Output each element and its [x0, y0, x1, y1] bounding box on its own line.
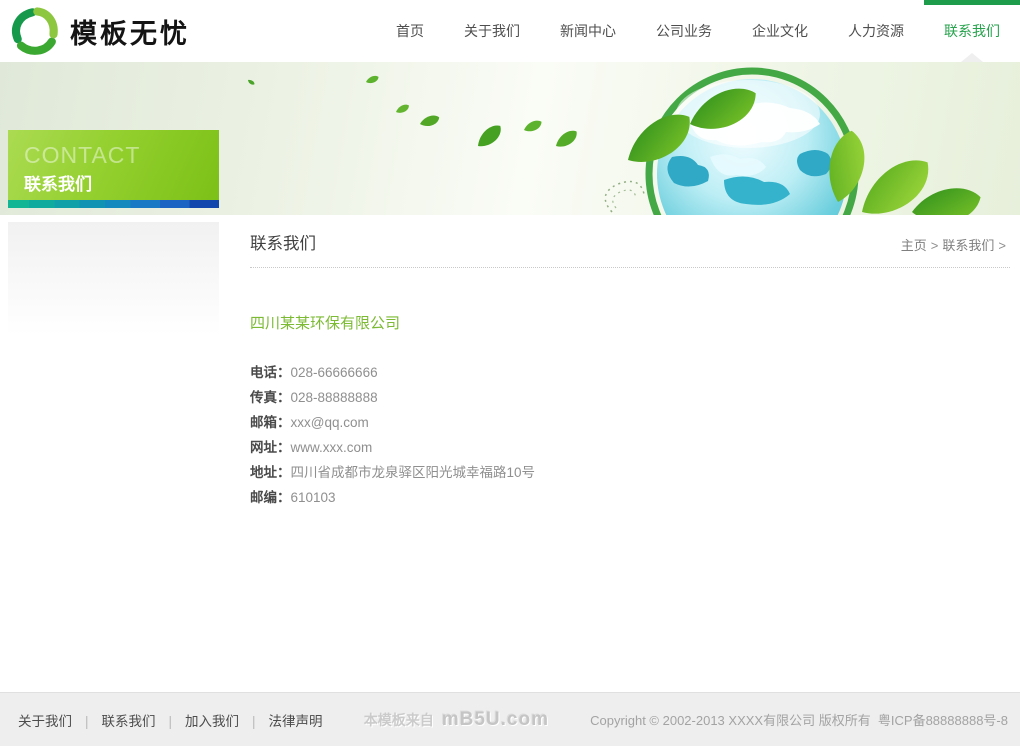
header: 模板无忧 首页 关于我们 新闻中心 公司业务 企业文化 人力资源 联系我们 — [0, 0, 1020, 62]
banner: CONTACT 联系我们 — [0, 62, 1020, 215]
page-banner-title-box: CONTACT 联系我们 — [8, 130, 219, 208]
company-name: 四川某某环保有限公司 — [250, 312, 1010, 333]
footer-separator: | — [252, 714, 256, 729]
site-name: 模板无忧 — [70, 12, 190, 51]
contact-value: 028-66666666 — [291, 365, 378, 380]
contact-row-zipcode: 邮编：610103 — [250, 485, 1010, 510]
nav-item-business[interactable]: 公司业务 — [636, 0, 732, 62]
footer: 关于我们 | 联系我们 | 加入我们 | 法律声明 本模板来自 mB5U.com Copyr… — [0, 692, 1020, 746]
breadcrumb-home-link[interactable]: 主页 — [901, 238, 927, 253]
footer-link-about[interactable]: 关于我们 — [18, 714, 72, 729]
nav-item-hr[interactable]: 人力资源 — [828, 0, 924, 62]
contact-row-website: 网址：www.xxx.com — [250, 435, 1010, 460]
banner-title-cn: 联系我们 — [24, 170, 219, 195]
nav-item-home[interactable]: 首页 — [376, 0, 444, 62]
footer-separator: | — [85, 714, 89, 729]
contact-value: 610103 — [291, 490, 336, 505]
breadcrumb-current-link[interactable]: 联系我们 — [942, 238, 994, 253]
banner-color-bar — [8, 200, 219, 208]
contact-row-email: 邮箱：xxx@qq.com — [250, 410, 1010, 435]
copyright: Copyright © 2002-2013 XXXX有限公司 版权所有 粤ICP… — [590, 710, 1008, 729]
contact-row-fax: 传真：028-88888888 — [250, 385, 1010, 410]
contact-value: www.xxx.com — [291, 440, 373, 455]
contact-value: 四川省成都市龙泉驿区阳光城幸福路10号 — [291, 465, 536, 480]
contact-label: 邮编： — [250, 490, 291, 505]
nav-item-about[interactable]: 关于我们 — [444, 0, 540, 62]
contact-label: 电话： — [250, 365, 291, 380]
sidebar-placeholder — [8, 222, 219, 335]
contact-row-phone: 电话：028-66666666 — [250, 360, 1010, 385]
nav-item-culture[interactable]: 企业文化 — [732, 0, 828, 62]
footer-link-legal[interactable]: 法律声明 — [269, 714, 323, 729]
contact-row-address: 地址：四川省成都市龙泉驿区阳光城幸福路10号 — [250, 460, 1010, 485]
breadcrumb-separator: > — [998, 238, 1006, 253]
banner-title-en: CONTACT — [24, 142, 219, 169]
footer-links: 关于我们 | 联系我们 | 加入我们 | 法律声明 — [18, 710, 323, 730]
banner-title-panel: CONTACT 联系我们 — [8, 130, 219, 200]
mb5u-logo[interactable]: mB5U.com — [442, 709, 549, 731]
footer-link-contact[interactable]: 联系我们 — [102, 714, 156, 729]
main-nav: 首页 关于我们 新闻中心 公司业务 企业文化 人力资源 联系我们 — [376, 0, 1020, 62]
page-head: 联系我们 主页>联系我们> — [250, 215, 1010, 268]
mb5u-watermark: 本模板来自 mB5U.com — [364, 709, 549, 731]
footer-link-join[interactable]: 加入我们 — [185, 714, 239, 729]
main-panel: 联系我们 主页>联系我们> 四川某某环保有限公司 电话：028-66666666… — [250, 215, 1010, 510]
site-logo[interactable]: 模板无忧 — [0, 0, 190, 62]
footer-separator: | — [169, 714, 173, 729]
contact-value: xxx@qq.com — [291, 415, 369, 430]
contact-label: 网址： — [250, 440, 291, 455]
contact-label: 传真： — [250, 390, 291, 405]
content-area: 联系我们 主页>联系我们> 四川某某环保有限公司 电话：028-66666666… — [0, 215, 1020, 692]
contact-label: 地址： — [250, 465, 291, 480]
nav-item-contact[interactable]: 联系我们 — [924, 0, 1020, 62]
nav-item-news[interactable]: 新闻中心 — [540, 0, 636, 62]
contact-info-list: 电话：028-66666666 传真：028-88888888 邮箱：xxx@q… — [250, 360, 1010, 510]
watermark-prefix: 本模板来自 — [364, 710, 434, 730]
breadcrumb: 主页>联系我们> — [901, 235, 1010, 254]
contact-label: 邮箱： — [250, 415, 291, 430]
page-title: 联系我们 — [250, 230, 316, 254]
page: 模板无忧 首页 关于我们 新闻中心 公司业务 企业文化 人力资源 联系我们 — [0, 0, 1020, 746]
logo-knot-icon — [8, 5, 60, 57]
contact-value: 028-88888888 — [291, 390, 378, 405]
breadcrumb-separator: > — [931, 238, 939, 253]
